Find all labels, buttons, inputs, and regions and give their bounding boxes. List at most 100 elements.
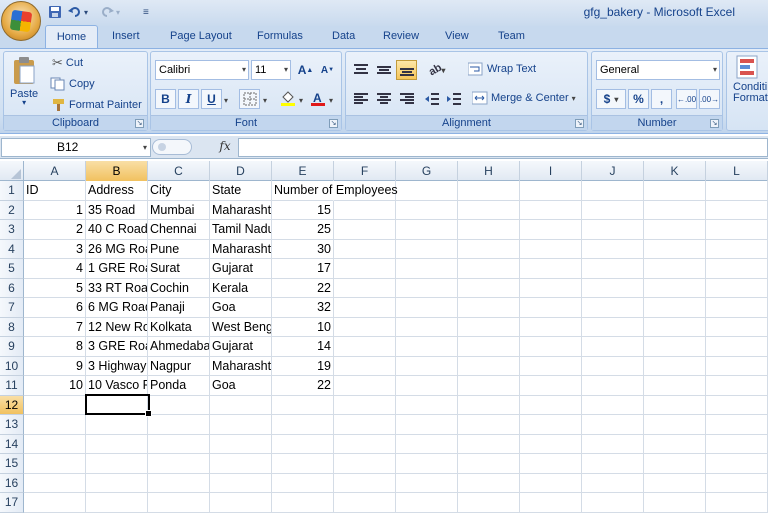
cell-k6[interactable] bbox=[644, 278, 706, 298]
cell-j15[interactable] bbox=[582, 454, 644, 474]
column-header-f[interactable]: F bbox=[334, 161, 396, 181]
cell-f9[interactable] bbox=[334, 337, 396, 357]
cell-h1[interactable] bbox=[458, 181, 520, 201]
cell-c12[interactable] bbox=[148, 395, 210, 415]
row-header-7[interactable]: 7 bbox=[0, 298, 24, 318]
cell-f7[interactable] bbox=[334, 298, 396, 318]
cell-c15[interactable] bbox=[148, 454, 210, 474]
row-header-6[interactable]: 6 bbox=[0, 278, 24, 298]
cell-l6[interactable] bbox=[706, 278, 768, 298]
tab-page-layout[interactable]: Page Layout bbox=[170, 30, 232, 42]
cell-f6[interactable] bbox=[334, 278, 396, 298]
font-color-dropdown-icon[interactable]: ▾ bbox=[329, 96, 333, 105]
cell-l3[interactable] bbox=[706, 220, 768, 240]
cell-b1[interactable]: Address bbox=[86, 181, 148, 201]
cell-i17[interactable] bbox=[520, 493, 582, 513]
cell-k11[interactable] bbox=[644, 376, 706, 396]
increase-decimal-button[interactable]: ← .00 bbox=[676, 89, 697, 109]
cell-b8[interactable]: 12 New Road bbox=[86, 317, 148, 337]
tab-team[interactable]: Team bbox=[498, 30, 525, 42]
cell-k4[interactable] bbox=[644, 239, 706, 259]
align-top-button[interactable] bbox=[350, 60, 371, 80]
cell-j2[interactable] bbox=[582, 200, 644, 220]
decrease-indent-button[interactable] bbox=[421, 89, 442, 109]
cell-b13[interactable] bbox=[86, 415, 148, 435]
cell-f2[interactable] bbox=[334, 200, 396, 220]
cell-c3[interactable]: Chennai bbox=[148, 220, 210, 240]
cell-b14[interactable] bbox=[86, 434, 148, 454]
tab-review[interactable]: Review bbox=[383, 30, 419, 42]
cell-g1[interactable] bbox=[396, 181, 458, 201]
cell-b4[interactable]: 26 MG Road bbox=[86, 239, 148, 259]
cell-h7[interactable] bbox=[458, 298, 520, 318]
cell-e9[interactable]: 14 bbox=[272, 337, 334, 357]
cell-b5[interactable]: 1 GRE Road bbox=[86, 259, 148, 279]
cell-d1[interactable]: State bbox=[210, 181, 272, 201]
tab-home[interactable]: Home bbox=[45, 25, 98, 49]
cell-i6[interactable] bbox=[520, 278, 582, 298]
cell-g13[interactable] bbox=[396, 415, 458, 435]
cell-d16[interactable] bbox=[210, 473, 272, 493]
tab-view[interactable]: View bbox=[445, 30, 469, 42]
cell-g10[interactable] bbox=[396, 356, 458, 376]
cell-k15[interactable] bbox=[644, 454, 706, 474]
cell-h14[interactable] bbox=[458, 434, 520, 454]
cell-c2[interactable]: Mumbai bbox=[148, 200, 210, 220]
row-header-11[interactable]: 11 bbox=[0, 376, 24, 396]
cell-c11[interactable]: Ponda bbox=[148, 376, 210, 396]
cell-d3[interactable]: Tamil Nadu bbox=[210, 220, 272, 240]
increase-indent-button[interactable] bbox=[443, 89, 464, 109]
column-header-e[interactable]: E bbox=[272, 161, 334, 181]
cell-i10[interactable] bbox=[520, 356, 582, 376]
cell-j17[interactable] bbox=[582, 493, 644, 513]
align-left-button[interactable] bbox=[350, 89, 371, 109]
cell-e4[interactable]: 30 bbox=[272, 239, 334, 259]
cell-a15[interactable] bbox=[24, 454, 86, 474]
cell-b17[interactable] bbox=[86, 493, 148, 513]
cell-c16[interactable] bbox=[148, 473, 210, 493]
cell-c7[interactable]: Panaji bbox=[148, 298, 210, 318]
cell-g9[interactable] bbox=[396, 337, 458, 357]
cell-a17[interactable] bbox=[24, 493, 86, 513]
cell-j12[interactable] bbox=[582, 395, 644, 415]
cell-g8[interactable] bbox=[396, 317, 458, 337]
cell-d10[interactable]: Maharashtra bbox=[210, 356, 272, 376]
bold-button[interactable]: B bbox=[155, 89, 176, 109]
cell-i11[interactable] bbox=[520, 376, 582, 396]
cell-h10[interactable] bbox=[458, 356, 520, 376]
cell-k2[interactable] bbox=[644, 200, 706, 220]
cell-e12[interactable] bbox=[272, 395, 334, 415]
orientation-button[interactable]: ab ▾ bbox=[423, 60, 451, 80]
cell-f3[interactable] bbox=[334, 220, 396, 240]
cell-c13[interactable] bbox=[148, 415, 210, 435]
cell-j14[interactable] bbox=[582, 434, 644, 454]
cell-e3[interactable]: 25 bbox=[272, 220, 334, 240]
row-header-9[interactable]: 9 bbox=[0, 337, 24, 357]
cell-h2[interactable] bbox=[458, 200, 520, 220]
insert-function-button[interactable]: fx bbox=[214, 139, 236, 156]
cell-e2[interactable]: 15 bbox=[272, 200, 334, 220]
formula-input[interactable] bbox=[238, 138, 768, 157]
cell-b3[interactable]: 40 C Road bbox=[86, 220, 148, 240]
cell-c17[interactable] bbox=[148, 493, 210, 513]
column-header-g[interactable]: G bbox=[396, 161, 458, 181]
cell-f14[interactable] bbox=[334, 434, 396, 454]
cell-k8[interactable] bbox=[644, 317, 706, 337]
cell-l14[interactable] bbox=[706, 434, 768, 454]
cell-h12[interactable] bbox=[458, 395, 520, 415]
cell-c4[interactable]: Pune bbox=[148, 239, 210, 259]
cell-a1[interactable]: ID bbox=[24, 181, 86, 201]
paste-dropdown-icon[interactable]: ▾ bbox=[22, 98, 26, 107]
cell-l13[interactable] bbox=[706, 415, 768, 435]
cell-i14[interactable] bbox=[520, 434, 582, 454]
cell-a8[interactable]: 7 bbox=[24, 317, 86, 337]
cell-d7[interactable]: Goa bbox=[210, 298, 272, 318]
cell-c10[interactable]: Nagpur bbox=[148, 356, 210, 376]
cell-b16[interactable] bbox=[86, 473, 148, 493]
cell-b11[interactable]: 10 Vasco Road bbox=[86, 376, 148, 396]
cell-i8[interactable] bbox=[520, 317, 582, 337]
column-header-c[interactable]: C bbox=[148, 161, 210, 181]
cell-f13[interactable] bbox=[334, 415, 396, 435]
row-header-15[interactable]: 15 bbox=[0, 454, 24, 474]
font-color-button[interactable]: A bbox=[307, 89, 328, 109]
